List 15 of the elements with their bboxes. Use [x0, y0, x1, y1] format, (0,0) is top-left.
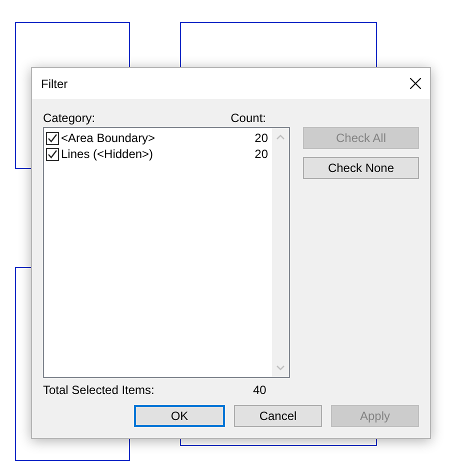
- checkbox[interactable]: [46, 148, 59, 160]
- ok-button[interactable]: OK: [134, 405, 225, 427]
- category-name: Lines (<Hidden>): [61, 147, 154, 161]
- count-value: 20: [254, 131, 269, 145]
- dialog-title: Filter: [41, 76, 68, 90]
- total-label: Total Selected Items:: [43, 383, 156, 397]
- check-none-button[interactable]: Check None: [303, 157, 419, 179]
- column-header: Category:: [43, 111, 96, 125]
- cancel-button[interactable]: Cancel: [234, 405, 322, 427]
- count-value: 20: [254, 147, 269, 161]
- column-header: Count:: [230, 111, 266, 125]
- checkbox[interactable]: [46, 132, 59, 144]
- category-name: <Area Boundary>: [61, 131, 156, 145]
- close-icon: [410, 78, 420, 89]
- total-value: 40: [253, 383, 266, 397]
